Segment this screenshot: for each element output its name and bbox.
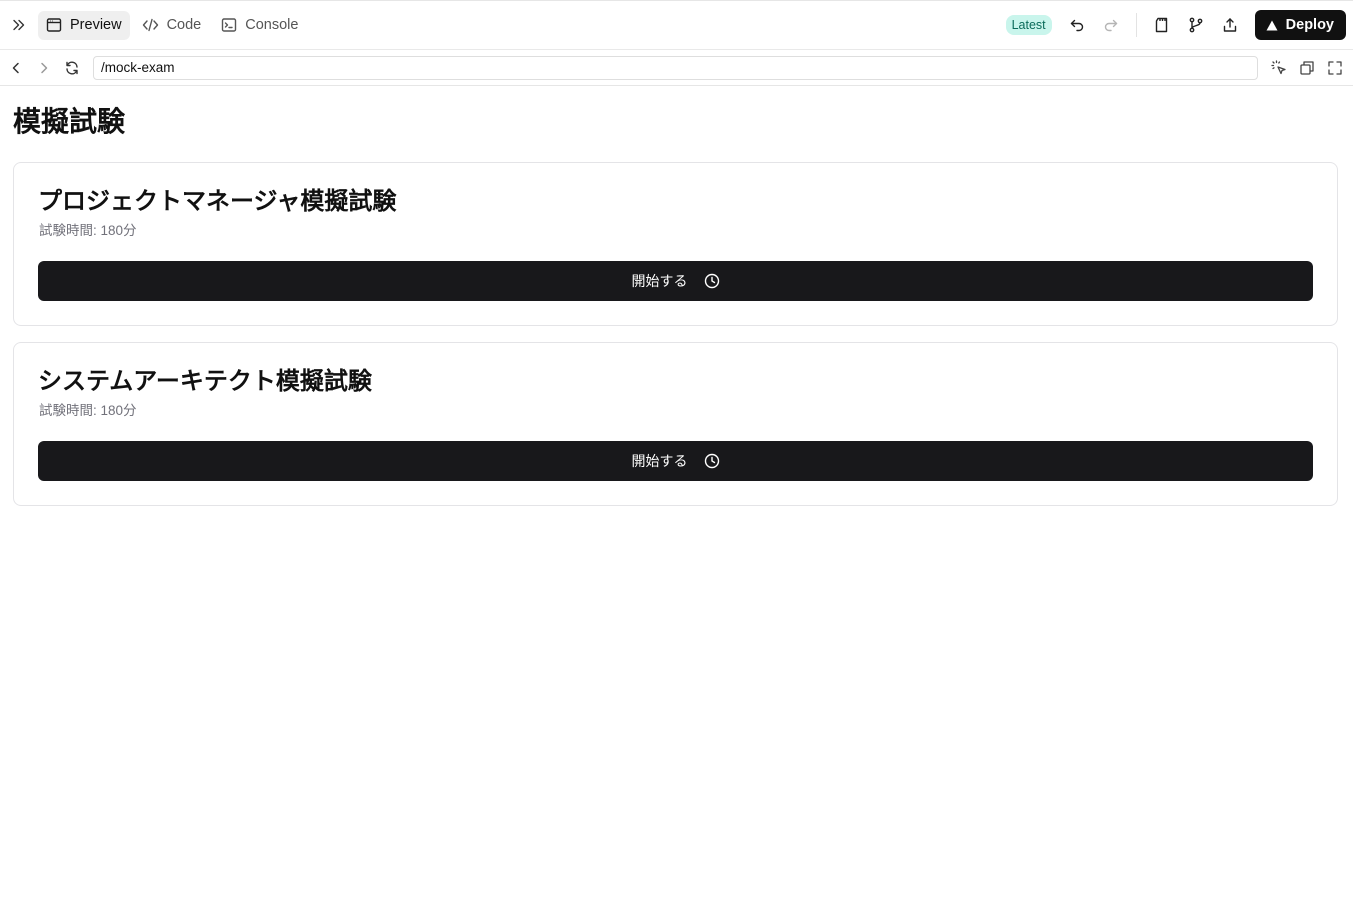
toolbar-left: Preview Code Console: [0, 1, 306, 49]
redo-icon[interactable]: [1096, 10, 1126, 40]
address-bar: /mock-exam: [0, 50, 1353, 86]
exam-duration: 試験時間: 180分: [39, 403, 137, 418]
start-button-label: 開始する: [631, 273, 688, 289]
element-select-icon[interactable]: [1267, 56, 1291, 80]
undo-icon[interactable]: [1062, 10, 1092, 40]
address-actions: [1267, 56, 1347, 80]
open-new-window-icon[interactable]: [1295, 56, 1319, 80]
page-title: 模擬試験: [13, 106, 126, 137]
toolbar-right: Latest Deploy: [1005, 1, 1346, 49]
tab-console-label: Console: [245, 17, 299, 33]
code-icon: [142, 18, 158, 32]
triangle-icon: [1266, 20, 1278, 30]
deploy-label: Deploy: [1285, 17, 1334, 33]
expand-sidebar-icon[interactable]: [4, 10, 34, 40]
exam-title: システムアーキテクト模擬試験: [38, 368, 372, 395]
version-badge: Latest: [1005, 15, 1052, 35]
exam-card-system-architect: システムアーキテクト模擬試験 試験時間: 180分 開始する: [13, 342, 1338, 506]
exam-title: プロジェクトマネージャ模擬試験: [38, 188, 397, 215]
exam-card-project-manager: プロジェクトマネージャ模擬試験 試験時間: 180分 開始する: [13, 162, 1338, 326]
tab-code[interactable]: Code: [134, 11, 210, 40]
clock-icon: [704, 453, 719, 469]
git-branch-icon[interactable]: [1181, 10, 1211, 40]
tab-preview[interactable]: Preview: [38, 10, 130, 40]
reload-icon[interactable]: [60, 56, 84, 80]
tab-code-label: Code: [166, 17, 202, 33]
toolbar-divider: [1135, 13, 1137, 37]
tab-console[interactable]: Console: [213, 11, 306, 40]
deploy-button[interactable]: Deploy: [1254, 10, 1346, 40]
share-upload-icon[interactable]: [1215, 10, 1245, 40]
tab-preview-label: Preview: [70, 17, 122, 33]
start-button-label: 開始する: [631, 453, 688, 469]
exam-duration: 試験時間: 180分: [39, 223, 137, 238]
start-exam-button[interactable]: 開始する: [38, 441, 1313, 481]
back-icon[interactable]: [4, 56, 28, 80]
top-toolbar: Preview Code Console Latest Deploy: [0, 0, 1353, 50]
browser-window-icon: [46, 18, 62, 32]
terminal-icon: [222, 18, 237, 32]
start-exam-button[interactable]: 開始する: [38, 261, 1313, 301]
clock-icon: [704, 273, 719, 289]
forward-icon[interactable]: [32, 56, 56, 80]
sd-card-icon[interactable]: [1147, 10, 1177, 40]
fullscreen-icon[interactable]: [1323, 56, 1347, 80]
url-input[interactable]: /mock-exam: [93, 56, 1258, 80]
